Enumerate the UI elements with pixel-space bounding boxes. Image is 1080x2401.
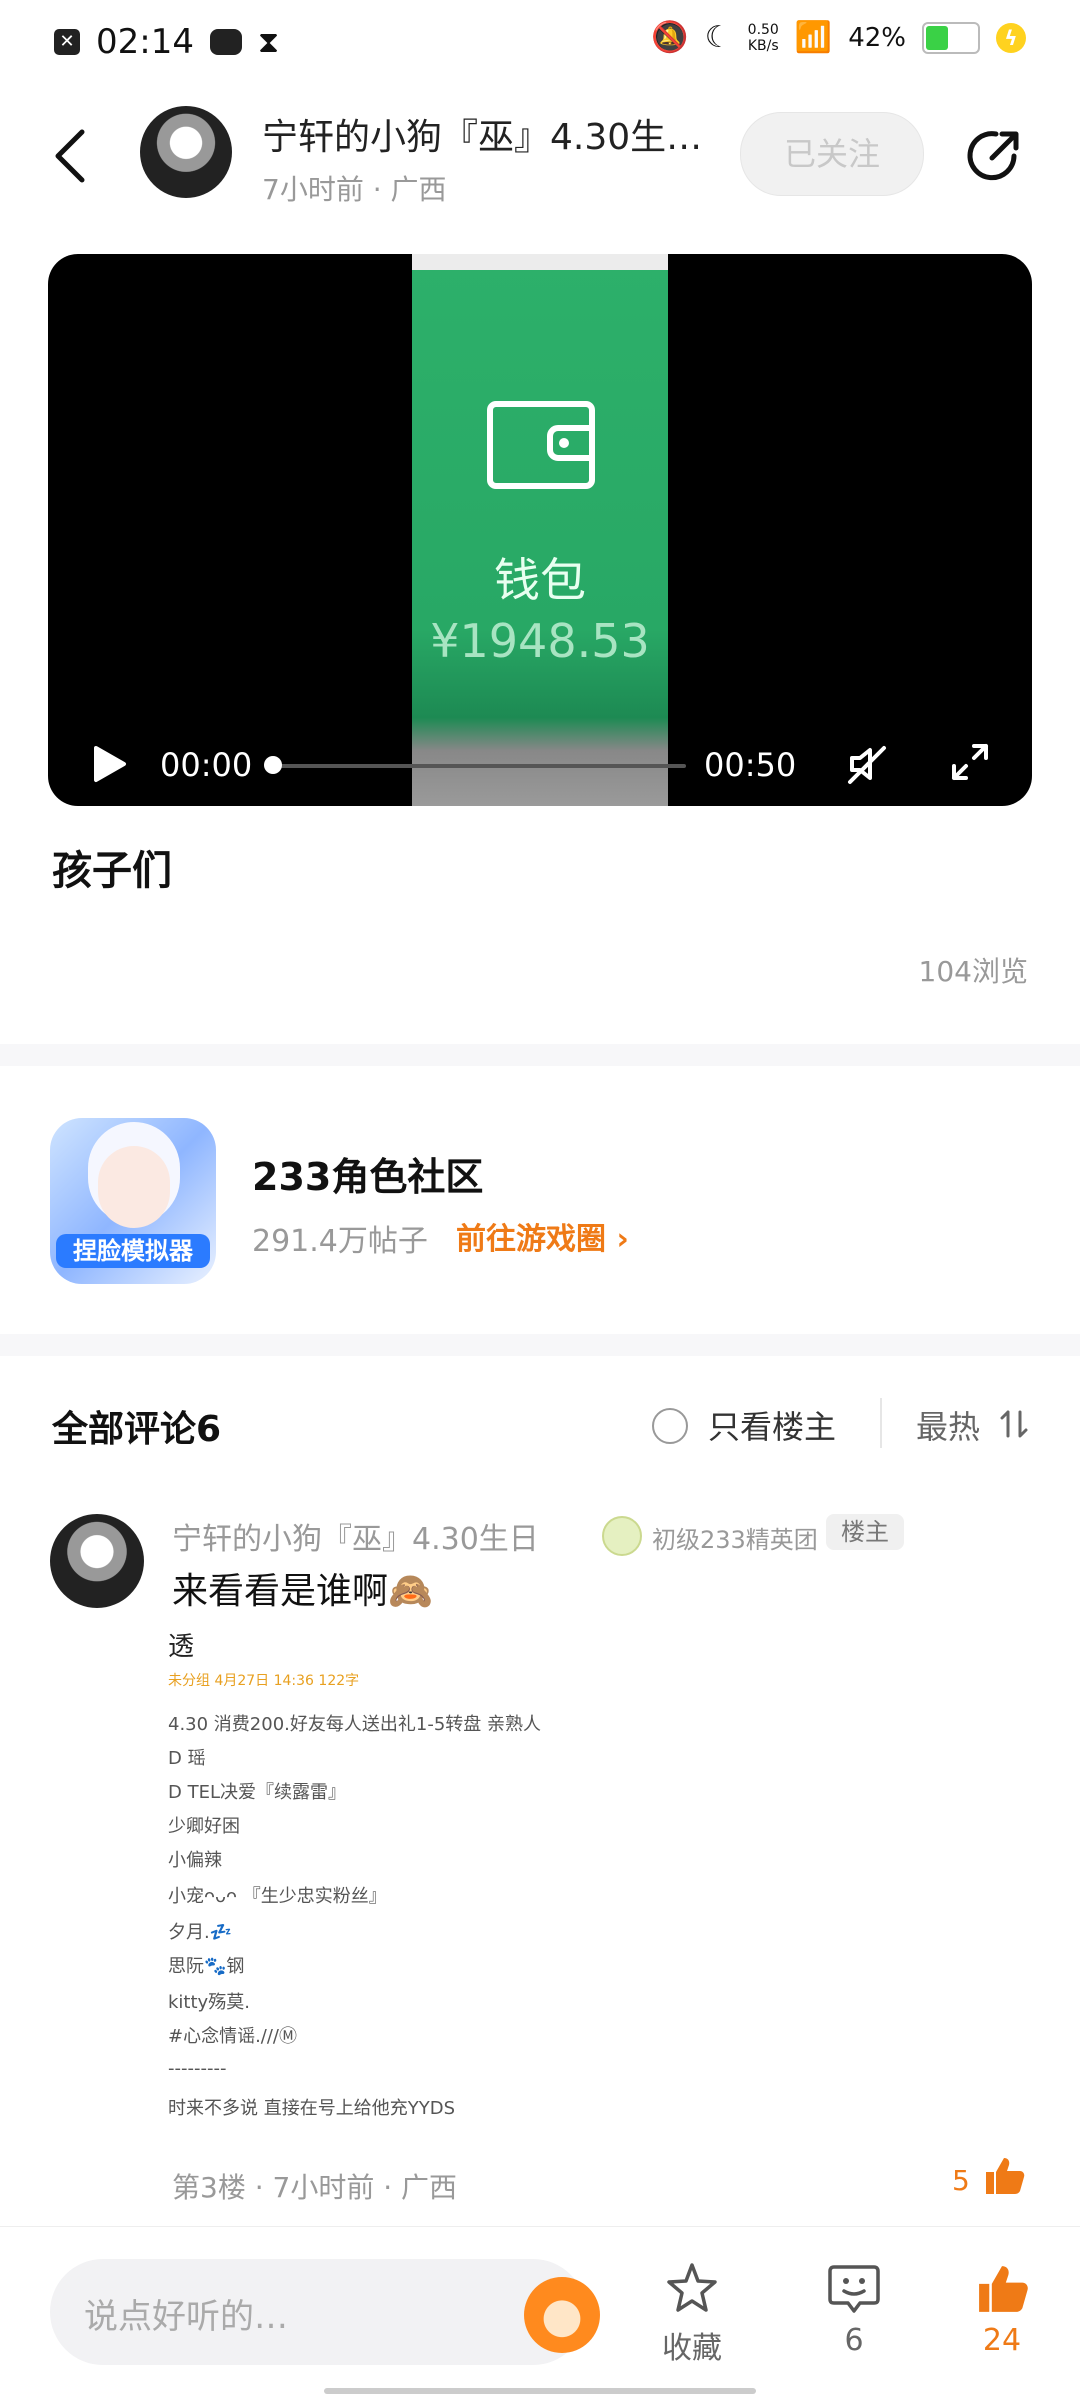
image-line: 夕月.💤 [168, 1922, 233, 1943]
go-to-community-label: 前往游戏圈 [456, 1222, 606, 1257]
wallet-icon [487, 401, 595, 489]
image-line: D TEL决爱『续露雷』 [168, 1782, 346, 1803]
battery-icon [922, 21, 980, 54]
comments-title: 全部评论6 [52, 1409, 222, 1450]
image-line: D 瑶 [168, 1748, 206, 1769]
mascot-emoji-icon[interactable] [524, 2277, 600, 2353]
net-speed: 0.50 KB/s [748, 22, 779, 54]
image-line: 4.30 消费200.好友每人送出礼1-5转盘 亲熟人 [168, 1714, 541, 1735]
follow-button[interactable]: 已关注 [740, 112, 924, 196]
comment-button[interactable]: 6 [804, 2261, 904, 2358]
like-button[interactable]: 24 [952, 2261, 1052, 2358]
only-owner-label[interactable]: 只看楼主 [708, 1402, 836, 1448]
play-icon[interactable] [92, 744, 128, 784]
game-icon[interactable]: 捏脸模拟器 [50, 1118, 216, 1284]
like-count: 24 [982, 2323, 1022, 2358]
image-line: --------- [168, 2058, 227, 2079]
comment-input-placeholder: 说点好听的… [84, 2297, 288, 2337]
image-line: 未分组 4月27日 14:36 122字 [168, 1673, 360, 1689]
post-header: 宁轩的小狗『巫』4.30生… 7小时前 · 广西 已关注 [0, 86, 1080, 234]
comment-like-count: 5 [952, 2164, 970, 2197]
image-line: kitty殇莫. [168, 1992, 250, 2013]
net-speed-value: 0.50 [747, 21, 779, 38]
image-line: 思阮🐾钢 [168, 1956, 245, 1977]
video-controls: 00:00 00:50 [48, 724, 1032, 794]
app-notification-icon [209, 29, 242, 55]
author-name[interactable]: 宁轩的小狗『巫』4.30生… [262, 108, 732, 160]
sort-label[interactable]: 最热 [916, 1402, 980, 1448]
mute-bell-icon: 🔕 [651, 20, 689, 55]
current-time: 00:00 [160, 746, 253, 784]
comment-count: 6 [844, 2323, 864, 2358]
progress-knob[interactable] [264, 756, 282, 774]
collect-label: 收藏 [662, 2331, 722, 2366]
image-line: 透 [168, 1632, 195, 1662]
star-icon [667, 2263, 717, 2312]
status-left: ✕ 02:14 ⧗ [54, 22, 279, 62]
only-owner-radio[interactable] [652, 1408, 688, 1444]
post-text: 孩子们 [52, 848, 172, 894]
status-bar: ✕ 02:14 ⧗ 🔕 ☾ 0.50 KB/s 📶 42% ϟ [0, 0, 1080, 86]
notification-close-icon: ✕ [54, 29, 80, 55]
community-name[interactable]: 233角色社区 [252, 1146, 483, 1201]
frame-top-strip [412, 254, 668, 270]
comment-meta: 第3楼 · 7小时前 · 广西 [172, 2171, 458, 2204]
game-icon-character [98, 1146, 170, 1228]
fullscreen-icon[interactable] [950, 742, 990, 782]
wifi-icon: 📶 [794, 20, 833, 55]
sort-icon[interactable] [998, 1408, 1030, 1440]
comment-image[interactable]: 透 未分组 4月27日 14:36 122字 4.30 消费200.好友每人送出… [168, 1626, 728, 2146]
muted-speaker-icon[interactable] [844, 742, 888, 786]
image-line: 少卿好困 [168, 1816, 240, 1837]
go-to-community-link[interactable]: 前往游戏圈 › [456, 1214, 629, 1258]
level-badge-icon [602, 1516, 642, 1556]
progress-track[interactable] [266, 764, 686, 768]
image-line: 小偏辣 [168, 1850, 222, 1871]
view-count: 104浏览 [918, 955, 1028, 988]
divider [880, 1398, 882, 1448]
collect-button[interactable]: 收藏 [642, 2261, 742, 2367]
thumbs-up-icon[interactable] [982, 2154, 1026, 2198]
owner-badge: 楼主 [826, 1514, 904, 1550]
bottom-bar: 说点好听的… 收藏 6 24 [0, 2226, 1080, 2401]
video-player[interactable]: 钱包 ¥1948.53 00:00 00:50 [48, 254, 1032, 806]
author-avatar[interactable] [140, 106, 232, 198]
wallet-amount: ¥1948.53 [430, 614, 650, 668]
share-icon[interactable] [962, 122, 1026, 186]
comment-input[interactable]: 说点好听的… [50, 2259, 600, 2365]
thumbs-up-icon [979, 2266, 1028, 2312]
post-time-location: 7小时前 · 广西 [262, 173, 447, 206]
wallet-label: 钱包 [494, 553, 586, 607]
status-time: 02:14 [96, 22, 194, 62]
comment-level: 初级233精英团 [652, 1526, 818, 1554]
hourglass-icon: ⧗ [257, 24, 280, 60]
net-speed-unit: KB/s [747, 37, 779, 54]
comment-icon [828, 2265, 880, 2313]
community-post-count: 291.4万帖子 [252, 1224, 428, 1259]
image-line: #心念情谣.///Ⓜ [168, 2026, 297, 2047]
battery-percent: 42% [848, 22, 906, 53]
comment-username[interactable]: 宁轩的小狗『巫』4.30生日 [172, 1514, 539, 1558]
game-icon-label: 捏脸模拟器 [56, 1234, 210, 1268]
moon-icon: ☾ [704, 20, 732, 55]
duration: 00:50 [704, 746, 797, 784]
comments-section: 全部评论6 只看楼主 最热 宁轩的小狗『巫』4.30生日 初级233精英团 楼主… [0, 1356, 1080, 2226]
image-line: 小宠ᴖᴗᴖ 『生少忠实粉丝』 [168, 1886, 387, 1907]
chevron-right-icon: › [616, 1222, 629, 1257]
post-content: 钱包 ¥1948.53 00:00 00:50 孩子们 104浏览 [0, 234, 1080, 1044]
comment-text: 来看看是谁啊🙈 [172, 1571, 433, 1612]
community-card[interactable]: 捏脸模拟器 233角色社区 291.4万帖子 前往游戏圈 › [0, 1066, 1080, 1334]
charging-icon: ϟ [996, 22, 1026, 53]
comment-avatar[interactable] [50, 1514, 144, 1608]
back-arrow-icon[interactable] [48, 126, 92, 186]
image-line: 时来不多说 直接在号上给他充YYDS [168, 2098, 455, 2119]
status-right: 🔕 ☾ 0.50 KB/s 📶 42% ϟ [651, 20, 1026, 55]
home-indicator[interactable] [324, 2388, 756, 2394]
